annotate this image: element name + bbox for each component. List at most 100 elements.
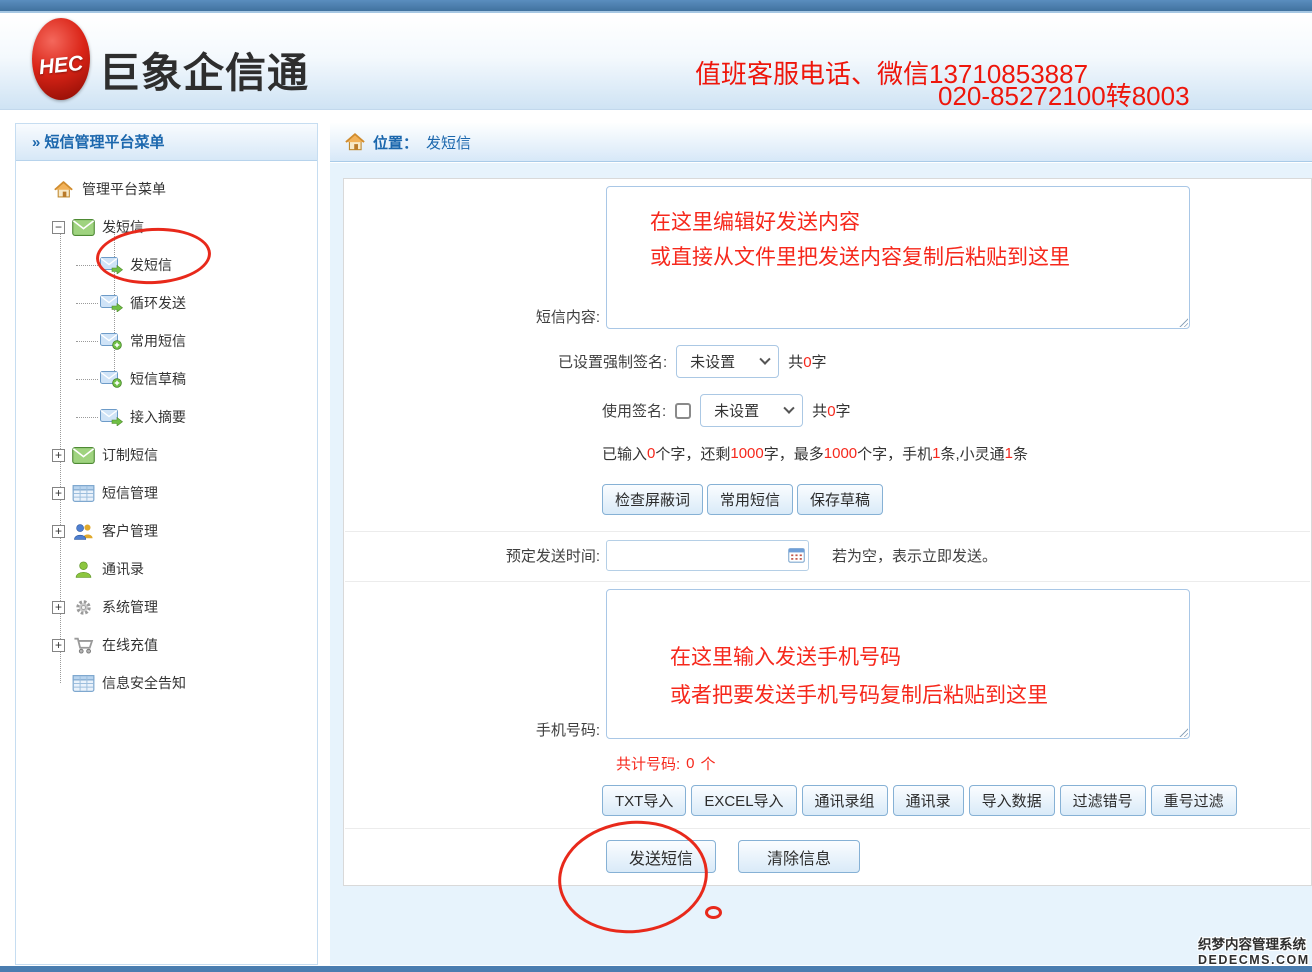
sidebar-item-13-信息安全告知[interactable]: 信息安全告知 xyxy=(16,664,317,702)
counter-number: 1000 xyxy=(824,445,857,462)
sidebar-item-label: 接入摘要 xyxy=(130,407,186,427)
tool-buttons-row: 检查屏蔽词常用短信保存草稿 xyxy=(602,484,883,515)
schedule-label: 预定发送时间: xyxy=(469,545,600,566)
import-导入数据-button[interactable]: 导入数据 xyxy=(969,785,1055,816)
mail-green-icon xyxy=(72,447,95,464)
send-sms-button[interactable]: 发送短信 xyxy=(606,840,716,873)
mail-plus-icon xyxy=(100,371,123,388)
phone-numbers-textarea[interactable] xyxy=(606,589,1190,739)
calendar-icon[interactable] xyxy=(788,547,805,563)
sidebar-item-label: 发短信 xyxy=(130,255,172,275)
user-green-icon xyxy=(72,561,95,578)
sms-content-label: 短信内容: xyxy=(344,306,600,327)
forced-signature-row: 已设置强制签名: 未设置 共0字 xyxy=(558,345,827,378)
counter-text: 字，最多 xyxy=(764,443,824,464)
sidebar-item-7-订制短信[interactable]: + 订制短信 xyxy=(16,436,317,474)
mail-arrow-icon xyxy=(100,257,123,274)
phone-numbers-wrap xyxy=(606,589,1190,739)
import-通讯录组-button[interactable]: 通讯录组 xyxy=(802,785,888,816)
watermark-line2: DEDECMS.COM xyxy=(1198,953,1310,967)
counter-text: 个字，还剩 xyxy=(655,443,730,464)
chevron-down-icon xyxy=(784,402,795,413)
counter-text: 个字，手机 xyxy=(857,443,932,464)
sidebar-item-label: 循环发送 xyxy=(130,293,186,313)
sidebar-item-1-发短信[interactable]: − 发短信 xyxy=(16,208,317,246)
mail-arrow-icon xyxy=(100,409,123,426)
sidebar-item-label: 在线充值 xyxy=(102,635,158,655)
schedule-input[interactable] xyxy=(606,540,809,571)
expand-icon[interactable]: + xyxy=(52,601,65,614)
sidebar-item-label: 常用短信 xyxy=(130,331,186,351)
sidebar-item-label: 订制短信 xyxy=(102,445,158,465)
use-signature-label: 使用签名: xyxy=(602,400,666,421)
sidebar-item-label: 通讯录 xyxy=(102,559,144,579)
import-buttons-row: TXT导入EXCEL导入通讯录组通讯录导入数据过滤错号重号过滤 xyxy=(602,785,1237,816)
sidebar-title: » 短信管理平台菜单 xyxy=(16,124,317,161)
forced-signature-count: 共0字 xyxy=(788,351,826,372)
breadcrumb-value: 发短信 xyxy=(426,132,471,153)
brand-title: 巨象企信通 xyxy=(99,39,309,99)
home-icon xyxy=(52,181,75,198)
char-counter-text: 已输入0个字，还剩1000字，最多1000个字，手机1条,小灵通1条 xyxy=(602,443,1028,464)
expand-icon[interactable]: + xyxy=(52,487,65,500)
tool-保存草稿-button[interactable]: 保存草稿 xyxy=(797,484,883,515)
collapse-icon[interactable]: − xyxy=(52,221,65,234)
use-signature-row: 使用签名: 未设置 共0字 xyxy=(602,394,851,427)
import-通讯录-button[interactable]: 通讯录 xyxy=(893,785,964,816)
counter-text: 条,小灵通 xyxy=(941,443,1005,464)
sidebar-item-11-系统管理[interactable]: + 系统管理 xyxy=(16,588,317,626)
sidebar-item-2-发短信[interactable]: 发短信 xyxy=(16,246,317,284)
use-signature-checkbox[interactable] xyxy=(675,403,691,419)
sidebar-item-5-短信草稿[interactable]: 短信草稿 xyxy=(16,360,317,398)
sidebar-tree: 管理平台菜单−发短信发短信循环发送常用短信短信草稿接入摘要+订制短信+短信管理+… xyxy=(16,161,317,702)
expand-icon[interactable]: + xyxy=(52,639,65,652)
forced-signature-select[interactable]: 未设置 xyxy=(676,345,779,378)
sidebar-item-0-管理平台菜单[interactable]: 管理平台菜单 xyxy=(16,170,317,208)
use-signature-select[interactable]: 未设置 xyxy=(700,394,803,427)
sidebar-item-8-短信管理[interactable]: + 短信管理 xyxy=(16,474,317,512)
watermark-line1: 织梦内容管理系统 xyxy=(1198,933,1310,953)
counter-text: 条 xyxy=(1013,443,1028,464)
total-numbers-value: 0 xyxy=(686,755,694,772)
use-signature-count: 共0字 xyxy=(812,400,850,421)
counter-number: 1 xyxy=(932,445,940,462)
mail-green-icon xyxy=(72,219,95,236)
hotline-line2: 020-85272100转8003 xyxy=(938,76,1190,113)
breadcrumb: 位置： 发短信 xyxy=(330,123,1312,162)
phone-numbers-label: 手机号码: xyxy=(344,719,600,740)
hec-logo-icon: HEC xyxy=(32,18,90,100)
sidebar-item-6-接入摘要[interactable]: 接入摘要 xyxy=(16,398,317,436)
forced-signature-label: 已设置强制签名: xyxy=(558,351,667,372)
expand-icon[interactable]: + xyxy=(52,525,65,538)
expand-icon[interactable]: + xyxy=(52,449,65,462)
schedule-input-wrap xyxy=(606,540,809,571)
import-过滤错号-button[interactable]: 过滤错号 xyxy=(1060,785,1146,816)
home-icon xyxy=(345,133,365,151)
sidebar-item-4-常用短信[interactable]: 常用短信 xyxy=(16,322,317,360)
sidebar-item-9-客户管理[interactable]: + 客户管理 xyxy=(16,512,317,550)
sidebar-item-10-通讯录[interactable]: 通讯录 xyxy=(16,550,317,588)
sms-content-textarea[interactable] xyxy=(606,186,1190,329)
sidebar-item-3-循环发送[interactable]: 循环发送 xyxy=(16,284,317,322)
sidebar-item-label: 短信管理 xyxy=(102,483,158,503)
import-TXT导入-button[interactable]: TXT导入 xyxy=(602,785,686,816)
tool-检查屏蔽词-button[interactable]: 检查屏蔽词 xyxy=(602,484,703,515)
sidebar-item-12-在线充值[interactable]: + 在线充值 xyxy=(16,626,317,664)
tool-常用短信-button[interactable]: 常用短信 xyxy=(707,484,793,515)
send-actions-row: 发送短信 清除信息 xyxy=(606,840,860,873)
import-重号过滤-button[interactable]: 重号过滤 xyxy=(1151,785,1237,816)
sidebar-item-label: 客户管理 xyxy=(102,521,158,541)
sidebar-item-label: 系统管理 xyxy=(102,597,158,617)
logo-text: HEC xyxy=(31,51,91,81)
breadcrumb-label: 位置： xyxy=(373,132,418,153)
schedule-row: 预定发送时间: 若为空，表示立即发送。 xyxy=(469,540,997,571)
bottom-bar xyxy=(0,966,1312,972)
top-bar xyxy=(0,0,1312,13)
import-EXCEL导入-button[interactable]: EXCEL导入 xyxy=(691,785,796,816)
clear-info-button[interactable]: 清除信息 xyxy=(738,840,860,873)
sidebar-item-label: 发短信 xyxy=(102,217,144,237)
schedule-hint: 若为空，表示立即发送。 xyxy=(832,545,997,566)
sidebar-item-label: 管理平台菜单 xyxy=(82,179,166,199)
users-icon xyxy=(72,523,95,540)
total-numbers-label: 共计号码: xyxy=(616,753,680,774)
